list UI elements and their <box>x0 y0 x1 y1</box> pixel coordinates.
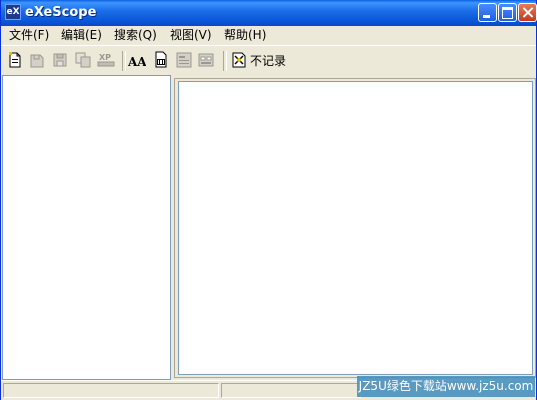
watermark-banner: JZ5U绿色下载站www.jz5u.com <box>357 376 535 397</box>
app-icon[interactable]: eX <box>5 4 21 20</box>
form-icon <box>198 53 214 67</box>
toolbar-separator <box>122 51 126 71</box>
menu-edit[interactable]: 编辑(E) <box>59 27 104 43</box>
window-title: eXeScope <box>25 5 97 20</box>
xp-text: XP <box>99 53 111 62</box>
save-as-disabled-button[interactable] <box>51 51 69 69</box>
menu-view[interactable]: 视图(V) <box>168 27 214 43</box>
font-button[interactable]: AA <box>127 51 147 69</box>
content-view-pane[interactable] <box>178 81 533 375</box>
no-record-icon <box>232 52 246 68</box>
menu-help[interactable]: 帮助(H) <box>222 27 268 43</box>
save-disabled-button[interactable] <box>28 51 46 69</box>
status-panel-left <box>3 383 219 398</box>
resource-tree-pane[interactable] <box>2 75 171 380</box>
copy-icon <box>75 52 91 68</box>
toolbar-separator <box>223 51 227 71</box>
form-disabled-button[interactable] <box>197 51 215 69</box>
xp-icon: XP <box>97 53 115 67</box>
status-panel-middle <box>221 383 361 398</box>
menu-search[interactable]: 搜索(Q) <box>112 27 159 43</box>
binary-view-button[interactable] <box>152 51 170 69</box>
dialog-disabled-button[interactable] <box>175 51 193 69</box>
xp-disabled-button[interactable]: XP <box>97 51 115 69</box>
dialog-icon <box>176 52 192 68</box>
menu-bar: 文件(F) 编辑(E) 搜索(Q) 视图(V) 帮助(H) <box>1 26 536 44</box>
save-icon <box>30 54 44 68</box>
no-record-button[interactable] <box>230 51 248 69</box>
no-record-label[interactable]: 不记录 <box>250 52 286 69</box>
minimize-button[interactable] <box>478 3 497 22</box>
binary-file-icon <box>155 51 167 68</box>
minimize-icon <box>483 15 490 18</box>
toolbar: XP AA 不记录 <box>1 45 536 74</box>
font-aa-icon: AA <box>127 55 147 69</box>
maximize-button[interactable] <box>498 3 517 22</box>
open-file-icon <box>9 52 21 68</box>
copy-disabled-button[interactable] <box>74 51 92 69</box>
title-bar[interactable]: eX eXeScope <box>1 0 537 26</box>
app-window: eX eXeScope 文件(F) 编辑(E) 搜索(Q) 视图(V) 帮助(H… <box>0 0 537 400</box>
aa-text: AA <box>128 55 146 69</box>
menu-file[interactable]: 文件(F) <box>7 27 51 43</box>
close-button[interactable] <box>518 3 537 22</box>
floppy-icon <box>53 53 67 67</box>
open-file-button[interactable] <box>6 51 24 69</box>
maximize-icon <box>502 7 513 19</box>
